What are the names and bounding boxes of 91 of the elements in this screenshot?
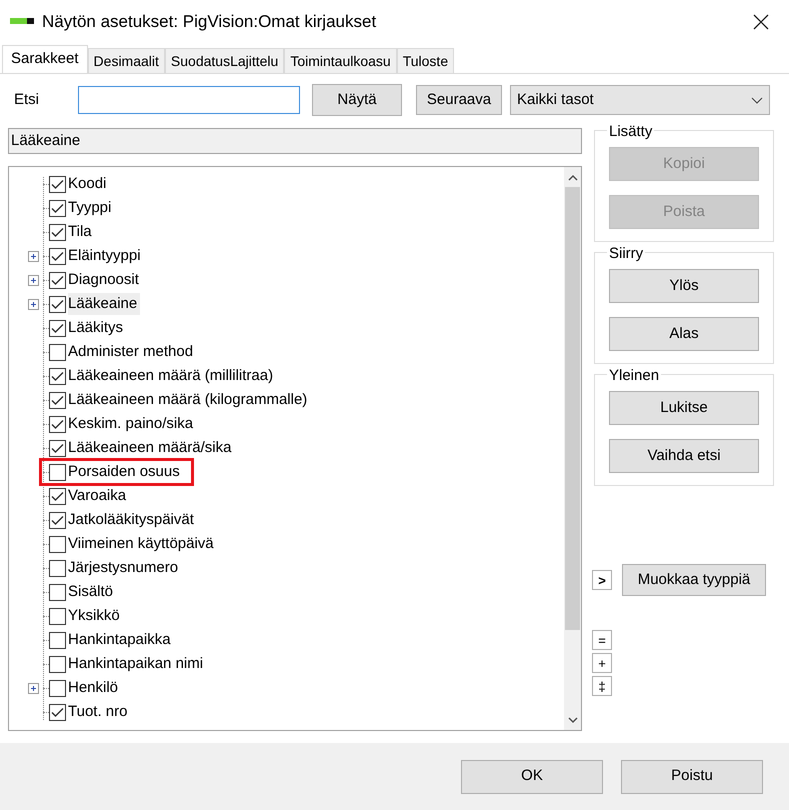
dialog-button[interactable]: Poistu — [621, 760, 763, 794]
tree-item[interactable]: Lääkeaineen määrä/sika — [68, 436, 234, 460]
checkbox[interactable] — [49, 608, 66, 624]
check-icon — [51, 394, 64, 406]
tree-item[interactable]: Diagnoosit — [68, 268, 142, 292]
tree-item[interactable]: Lääkeaine — [68, 292, 140, 316]
tree-item[interactable]: Porsaiden osuus — [68, 460, 183, 484]
checkbox[interactable] — [49, 632, 66, 648]
checkbox[interactable] — [49, 272, 66, 288]
tree-item[interactable]: Lääkeaineen määrä (kilogrammalle) — [68, 388, 310, 412]
scrollbar[interactable] — [564, 167, 581, 730]
checkbox[interactable] — [49, 392, 66, 408]
edit-type-button[interactable]: Muokkaa tyyppiä — [622, 564, 766, 596]
dialog-button[interactable]: OK — [461, 760, 603, 794]
path-field: Lääkeaine — [8, 128, 582, 154]
tree-item[interactable]: Eläintyyppi — [68, 244, 144, 268]
small-button[interactable]: ‡ — [592, 676, 612, 696]
tree-item[interactable]: Tyyppi — [68, 196, 114, 220]
check-icon — [51, 202, 64, 214]
tree-item[interactable]: Koodi — [68, 172, 110, 196]
checkbox[interactable] — [49, 704, 66, 720]
check-icon — [51, 490, 64, 502]
checkbox[interactable] — [49, 320, 66, 336]
tree-item[interactable]: Sisältö — [68, 580, 116, 604]
checkbox[interactable] — [49, 536, 66, 552]
checkbox[interactable] — [49, 680, 66, 696]
tab[interactable]: Desimaalit — [88, 48, 165, 73]
checkbox[interactable] — [49, 488, 66, 504]
tab[interactable]: SuodatusLajittelu — [164, 48, 284, 73]
check-icon — [51, 178, 64, 190]
check-icon — [51, 442, 64, 454]
check-icon — [51, 298, 64, 310]
tree-item[interactable]: Yksikkö — [68, 604, 123, 628]
small-button[interactable]: = — [592, 630, 612, 650]
search-field[interactable] — [78, 86, 300, 114]
tree-item[interactable]: Tila — [68, 220, 95, 244]
checkbox[interactable] — [49, 560, 66, 576]
check-icon — [51, 250, 64, 262]
tree-item[interactable]: Hankintapaikan nimi — [68, 652, 206, 676]
tab[interactable]: Sarakkeet — [2, 45, 88, 73]
next-button[interactable]: Seuraava — [416, 85, 502, 115]
checkbox[interactable] — [49, 584, 66, 600]
action-button[interactable]: Vaihda etsi — [609, 439, 759, 473]
close-icon[interactable] — [753, 14, 769, 30]
expand-button[interactable]: > — [592, 570, 612, 590]
tree-item[interactable]: Järjestysnumero — [68, 556, 182, 580]
expand-icon[interactable] — [28, 682, 38, 694]
tree-item[interactable]: Viimeinen käyttöpäivä — [68, 532, 217, 556]
checkbox[interactable] — [49, 200, 66, 216]
check-icon — [51, 322, 64, 334]
check-icon — [51, 706, 64, 718]
expand-icon[interactable] — [28, 298, 38, 310]
level-dropdown[interactable]: Kaikki tasot — [510, 85, 770, 115]
checkbox[interactable] — [49, 656, 66, 672]
checkbox[interactable] — [49, 344, 66, 360]
tab[interactable]: Toimintaulkoasu — [284, 48, 397, 73]
window-title: Näytön asetukset: PigVision:Omat kirjaukset — [42, 11, 376, 34]
checkbox[interactable] — [49, 440, 66, 456]
expand-icon[interactable] — [28, 274, 38, 286]
app-logo-icon — [10, 18, 34, 26]
tab[interactable]: Tuloste — [396, 48, 454, 73]
tree-item[interactable]: Lääkeaineen määrä (millilitraa) — [68, 364, 276, 388]
tree-item[interactable]: Hankintapaikka — [68, 628, 174, 652]
tree-item[interactable]: Tuot. nro — [68, 700, 130, 724]
check-icon — [51, 514, 64, 526]
checkbox[interactable] — [49, 512, 66, 528]
checkbox[interactable] — [49, 224, 66, 240]
tree-item[interactable]: Keskim. paino/sika — [68, 412, 196, 436]
action-button[interactable]: Alas — [609, 317, 759, 351]
expand-icon[interactable] — [28, 250, 38, 262]
small-button[interactable]: + — [592, 653, 612, 673]
tree-item[interactable]: Lääkitys — [68, 316, 126, 340]
check-icon — [51, 418, 64, 430]
check-icon — [51, 274, 64, 286]
checkbox[interactable] — [49, 416, 66, 432]
checkbox[interactable] — [49, 176, 66, 192]
tree-item[interactable]: Administer method — [68, 340, 196, 364]
tree-item[interactable]: Varoaika — [68, 484, 130, 508]
check-icon — [51, 370, 64, 382]
tree-item[interactable]: Jatkolääkityspäivät — [68, 508, 197, 532]
checkbox[interactable] — [49, 248, 66, 264]
chevron-down-icon — [751, 96, 763, 104]
search-label: Etsi — [14, 90, 40, 110]
show-button[interactable]: Näytä — [312, 84, 402, 116]
tree-item[interactable]: Henkilö — [68, 676, 122, 700]
checkbox[interactable] — [49, 368, 66, 384]
checkbox[interactable] — [49, 464, 66, 480]
action-button[interactable]: Ylös — [609, 269, 759, 303]
checkbox[interactable] — [49, 296, 66, 312]
check-icon — [51, 226, 64, 238]
action-button[interactable]: Lukitse — [609, 391, 759, 425]
